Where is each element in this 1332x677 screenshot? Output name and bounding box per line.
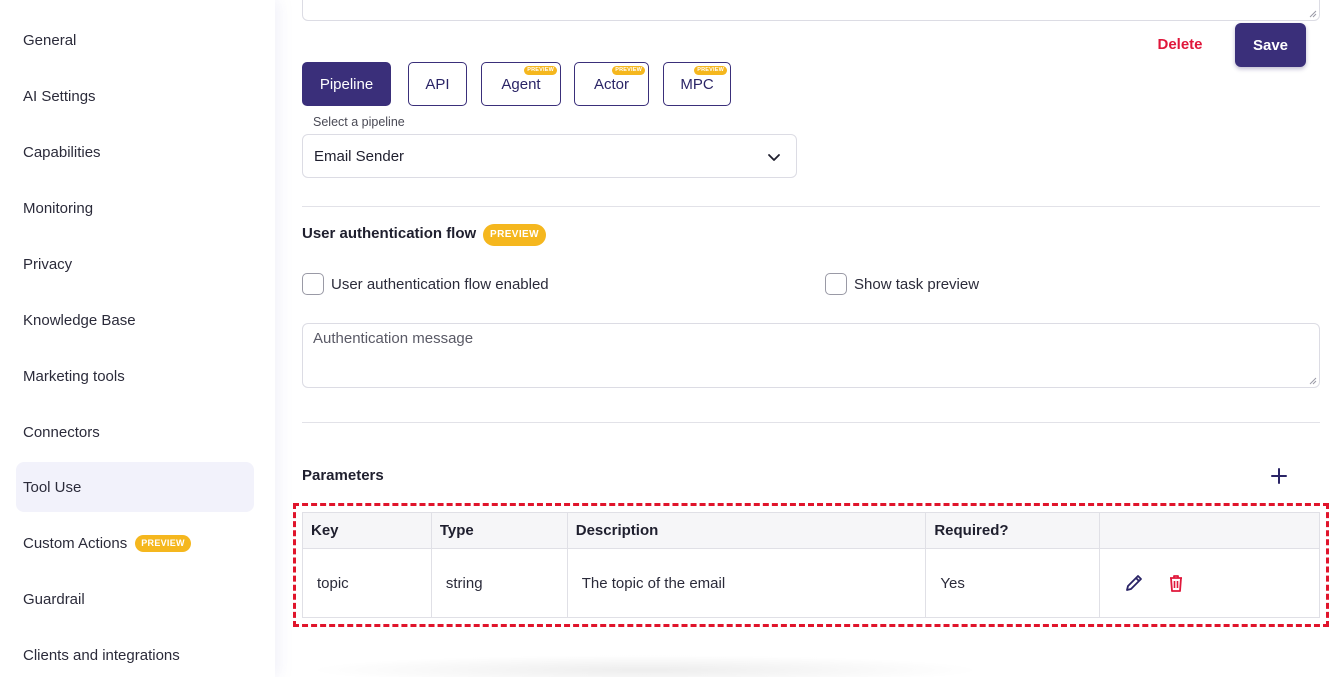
sidebar-item-label: Clients and integrations [23, 646, 180, 664]
auth-flow-enabled-checkbox[interactable]: User authentication flow enabled [302, 273, 549, 295]
checkbox-box[interactable] [302, 273, 324, 295]
tab-agent[interactable]: PREVIEW Agent [481, 62, 561, 106]
cell-actions [1099, 548, 1320, 618]
table-header-row: Key Type Description Required? [302, 512, 1320, 549]
pencil-icon[interactable] [1123, 572, 1145, 594]
tab-label: Actor [593, 75, 629, 93]
tab-actor[interactable]: PREVIEW Actor [574, 62, 649, 106]
tool-use-panel: Delete Save Pipeline API PREVIEW Agent P… [275, 0, 1332, 677]
sidebar-item-label: Marketing tools [23, 367, 125, 385]
checkbox-label: Show task preview [854, 275, 980, 293]
tab-label: API [425, 75, 450, 93]
cell-type: string [430, 548, 568, 618]
tool-description-textarea[interactable] [302, 0, 1320, 21]
parameters-title: Parameters [302, 467, 384, 484]
column-header-required: Required? [925, 512, 1101, 549]
trash-icon[interactable] [1165, 572, 1187, 594]
section-divider [302, 206, 1320, 207]
sidebar-item-connectors[interactable]: Connectors [16, 407, 254, 457]
sidebar-item-clients-and-integrations[interactable]: Clients and integrations [16, 630, 254, 677]
sidebar-item-privacy[interactable]: Privacy [16, 239, 254, 289]
sidebar-item-label: Custom Actions [23, 534, 128, 552]
sidebar-item-label: Privacy [23, 255, 73, 273]
sidebar-item-guardrail[interactable]: Guardrail [16, 574, 254, 624]
sidebar-item-label: Connectors [23, 423, 100, 441]
checkbox-label: User authentication flow enabled [331, 275, 549, 293]
preview-badge: PREVIEW [135, 534, 191, 552]
sidebar-item-label: AI Settings [23, 87, 96, 105]
plus-icon[interactable] [1268, 465, 1290, 487]
settings-sidebar: General AI Settings Capabilities Monitor… [0, 0, 275, 677]
checkbox-box[interactable] [825, 273, 847, 295]
sidebar-item-custom-actions[interactable]: Custom Actions PREVIEW [16, 518, 254, 568]
tab-label: Agent [501, 75, 541, 93]
preview-badge: PREVIEW [524, 66, 557, 75]
column-header-type: Type [430, 512, 568, 549]
sidebar-item-label: Monitoring [23, 199, 94, 217]
pipeline-select-value: Email Sender [314, 147, 405, 165]
auth-flow-title: User authentication flow [302, 225, 477, 242]
pipeline-select[interactable]: Email Sender [302, 134, 797, 178]
tab-api[interactable]: API [408, 62, 467, 106]
section-divider [302, 422, 1320, 423]
cell-description: The topic of the email [566, 548, 927, 618]
chevron-down-icon [768, 154, 780, 161]
sidebar-item-monitoring[interactable]: Monitoring [16, 183, 254, 233]
sidebar-item-label: Guardrail [23, 590, 85, 608]
tab-label: Pipeline [319, 75, 374, 93]
resize-handle-icon[interactable] [1308, 9, 1317, 18]
preview-badge: PREVIEW [612, 66, 645, 75]
tab-mpc[interactable]: PREVIEW MPC [663, 62, 731, 106]
sidebar-item-label: Knowledge Base [23, 311, 136, 329]
sidebar-item-tool-use[interactable]: Tool Use [16, 462, 254, 512]
sidebar-item-knowledge-base[interactable]: Knowledge Base [16, 295, 254, 345]
tab-pipeline[interactable]: Pipeline [302, 62, 391, 106]
show-task-preview-checkbox[interactable]: Show task preview [825, 273, 979, 295]
cell-required: Yes [925, 548, 1101, 618]
sidebar-item-ai-settings[interactable]: AI Settings [16, 71, 254, 121]
tab-label: MPC [680, 75, 714, 93]
column-header-key: Key [302, 512, 432, 549]
parameters-table: Key Type Description Required? topic str… [302, 512, 1320, 618]
table-row: topic string The topic of the email Yes [302, 548, 1320, 618]
sidebar-item-label: Tool Use [23, 478, 82, 496]
preview-badge: PREVIEW [694, 66, 727, 75]
sidebar-item-label: General [23, 31, 77, 49]
resize-handle-icon[interactable] [1308, 376, 1317, 385]
authentication-message-placeholder: Authentication message [313, 330, 474, 347]
sidebar-item-capabilities[interactable]: Capabilities [16, 127, 254, 177]
sidebar-item-label: Capabilities [23, 143, 101, 161]
delete-button[interactable]: Delete [1145, 24, 1215, 64]
preview-badge: PREVIEW [483, 224, 546, 246]
authentication-message-textarea[interactable]: Authentication message [302, 323, 1320, 388]
column-header-description: Description [566, 512, 927, 549]
column-header-actions [1099, 512, 1320, 549]
cell-key: topic [302, 548, 432, 618]
sidebar-item-general[interactable]: General [16, 15, 254, 65]
pipeline-select-label: Select a pipeline [313, 115, 405, 129]
sidebar-item-marketing-tools[interactable]: Marketing tools [16, 351, 254, 401]
bottom-shadow [305, 655, 985, 677]
save-button[interactable]: Save [1235, 23, 1306, 67]
